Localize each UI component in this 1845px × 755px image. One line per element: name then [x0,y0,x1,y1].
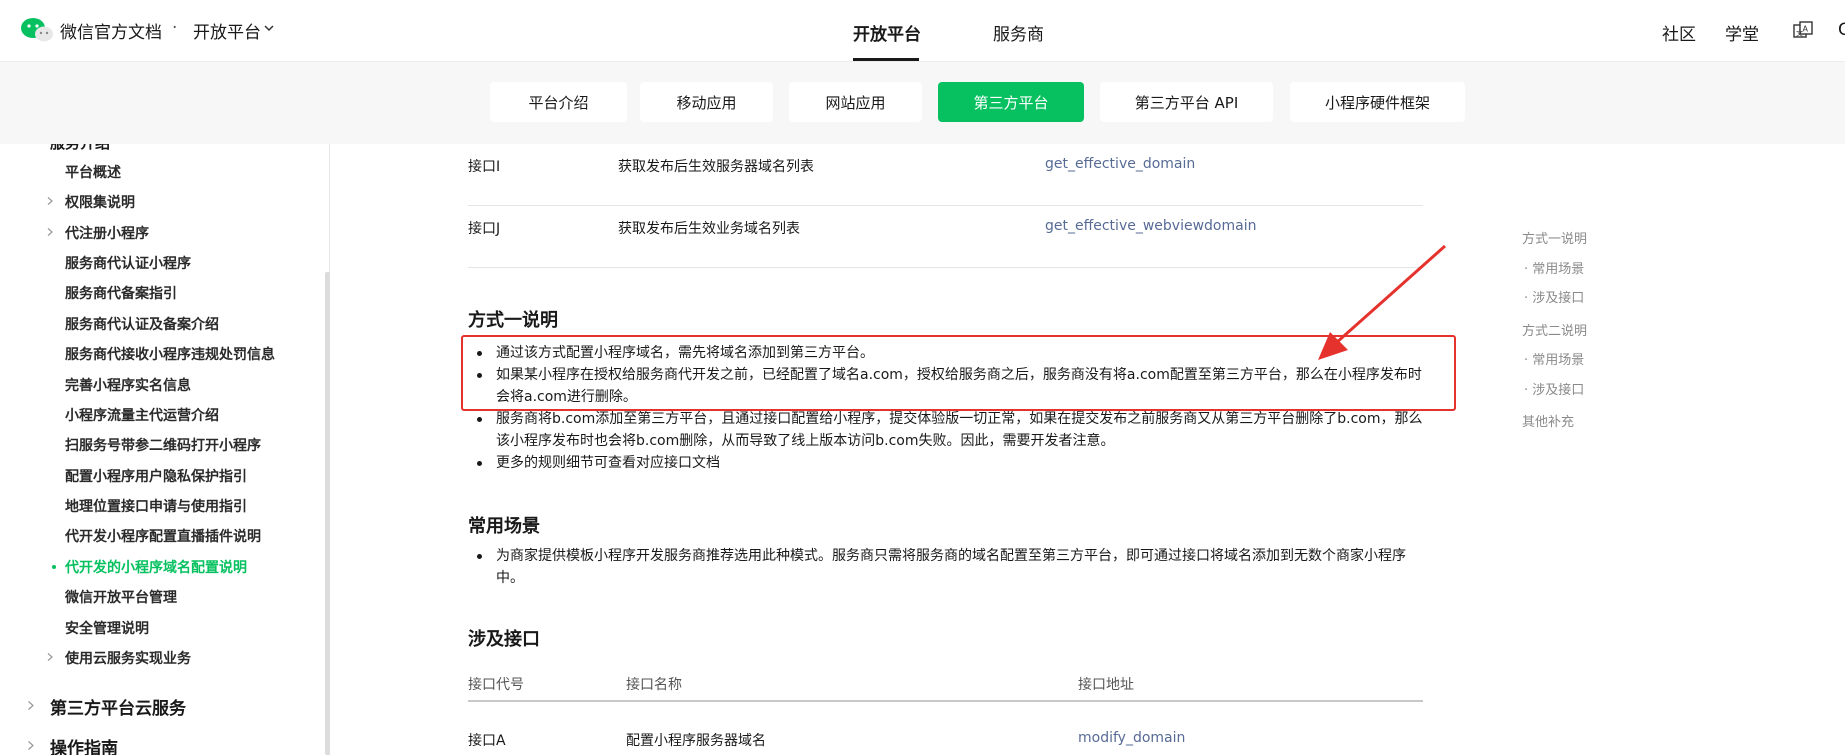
chevron-right-icon[interactable] [46,197,54,205]
wechat-logo-icon[interactable] [20,17,54,43]
toc-item[interactable]: 方式一说明 [1522,228,1587,247]
sidebar-item-active[interactable]: 代开发的小程序域名配置说明 [65,557,247,577]
sidebar-group-heading[interactable]: 服务介绍 [50,144,110,153]
chevron-right-icon[interactable] [26,741,35,750]
svg-text:A: A [1803,25,1809,34]
nav-service-provider[interactable]: 服务商 [993,20,1044,45]
brand-title[interactable]: 微信官方文档 [60,18,162,43]
column-header: 接口地址 [1078,677,1134,693]
sidebar-item[interactable]: 平台概述 [65,162,121,182]
sidebar-item[interactable]: 使用云服务实现业务 [65,648,191,668]
sidebar-item[interactable]: 代开发小程序配置直播插件说明 [65,526,261,546]
svg-text:文: 文 [1796,29,1803,38]
api-link[interactable]: get_effective_domain [1045,156,1195,172]
nav-open-platform[interactable]: 开放平台 [853,20,921,45]
sidebar-section[interactable]: 操作指南 [50,734,118,755]
chevron-right-icon[interactable] [26,701,35,710]
nav-active-underline [853,58,919,61]
section-title-method1: 方式一说明 [468,310,558,331]
academy-link[interactable]: 学堂 [1725,20,1759,45]
toc-item[interactable]: · 涉及接口 [1524,379,1584,398]
chevron-right-icon[interactable] [46,653,54,661]
section-title-api: 涉及接口 [468,629,540,650]
chevron-right-icon[interactable] [46,228,54,236]
list-item: 更多的规则细节可查看对应接口文档 [468,452,1428,474]
sidebar-item[interactable]: 扫服务号带参二维码打开小程序 [65,435,261,455]
column-header: 接口代号 [468,677,524,693]
column-header: 接口名称 [626,677,682,693]
section-title-scenario: 常用场景 [468,516,540,537]
sidebar-item[interactable]: 服务商代备案指引 [65,283,177,303]
translate-icon[interactable]: A 文 [1792,20,1814,42]
sub-tab-band [0,62,1845,144]
toc-item[interactable]: · 常用场景 [1524,258,1584,277]
sidebar-item[interactable]: 权限集说明 [65,192,135,212]
toc-item[interactable]: 方式二说明 [1522,320,1587,339]
api-link[interactable]: get_effective_webviewdomain [1045,218,1256,234]
tab-mobile-app[interactable]: 移动应用 [640,82,773,122]
list-item: 为商家提供模板小程序开发服务商推荐选用此种模式。服务商只需将服务商的域名配置至第… [468,545,1428,589]
tab-web-app[interactable]: 网站应用 [789,82,922,122]
sidebar-item[interactable]: 服务商代认证小程序 [65,253,191,273]
community-link[interactable]: 社区 [1662,20,1696,45]
api-code: 接口A [468,733,506,749]
tab-mini-hardware[interactable]: 小程序硬件框架 [1290,82,1465,122]
top-header: 微信官方文档 · 开放平台 开放平台 服务商 社区 学堂 A 文 C [0,0,1845,62]
main-content: 接口I 获取发布后生效服务器域名列表 get_effective_domain … [330,144,1460,755]
toc-item[interactable]: 其他补充 [1522,411,1574,430]
sidebar-item[interactable]: 小程序流量主代运营介绍 [65,405,219,425]
table-row: 接口I 获取发布后生效服务器域名列表 get_effective_domain [468,144,1423,206]
api-name: 获取发布后生效服务器域名列表 [618,159,814,175]
sidebar-item[interactable]: 服务商代接收小程序违规处罚信息 [65,344,275,364]
api-code: 接口I [468,159,501,175]
sidebar-item[interactable]: 微信开放平台管理 [65,587,177,607]
brand-separator: · [172,18,178,38]
list-item: 服务商将b.com添加至第三方平台，且通过接口配置给小程序，提交体验版一切正常，… [468,408,1428,452]
sidebar-section[interactable]: 第三方平台云服务 [50,694,186,719]
table-header: 接口代号 接口名称 接口地址 [468,662,1423,702]
table-row: 接口J 获取发布后生效业务域名列表 get_effective_webviewd… [468,206,1423,268]
scenario-bullet-list: 为商家提供模板小程序开发服务商推荐选用此种模式。服务商只需将服务商的域名配置至第… [468,545,1428,589]
user-menu-cut[interactable]: C [1838,20,1845,40]
api-name: 获取发布后生效业务域名列表 [618,221,800,237]
sidebar-item[interactable]: 完善小程序实名信息 [65,375,191,395]
active-item-dot [52,565,56,569]
platform-switcher[interactable]: 开放平台 [193,18,261,43]
sidebar-item[interactable]: 代注册小程序 [65,223,149,243]
sidebar-item[interactable]: 地理位置接口申请与使用指引 [65,496,247,516]
sidebar-item[interactable]: 配置小程序用户隐私保护指引 [65,466,247,486]
tab-third-party[interactable]: 第三方平台 [938,82,1084,122]
toc-item[interactable]: · 涉及接口 [1524,287,1584,306]
api-code: 接口J [468,221,501,237]
red-arrow-annotation [1318,244,1446,360]
table-row: 接口A 配置小程序服务器域名 modify_domain [468,718,1423,755]
api-link[interactable]: modify_domain [1078,730,1185,746]
sidebar-item[interactable]: 服务商代认证及备案介绍 [65,314,219,334]
toc-item[interactable]: · 常用场景 [1524,349,1584,368]
chevron-down-icon[interactable] [264,23,274,33]
tab-third-party-api[interactable]: 第三方平台 API [1100,82,1273,122]
sidebar-item[interactable]: 安全管理说明 [65,618,149,638]
sidebar: 服务介绍 平台概述 权限集说明 代注册小程序 服务商代认证小程序 服务商代备案指… [0,144,330,755]
api-name: 配置小程序服务器域名 [626,733,766,749]
tab-platform-intro[interactable]: 平台介绍 [490,82,627,122]
